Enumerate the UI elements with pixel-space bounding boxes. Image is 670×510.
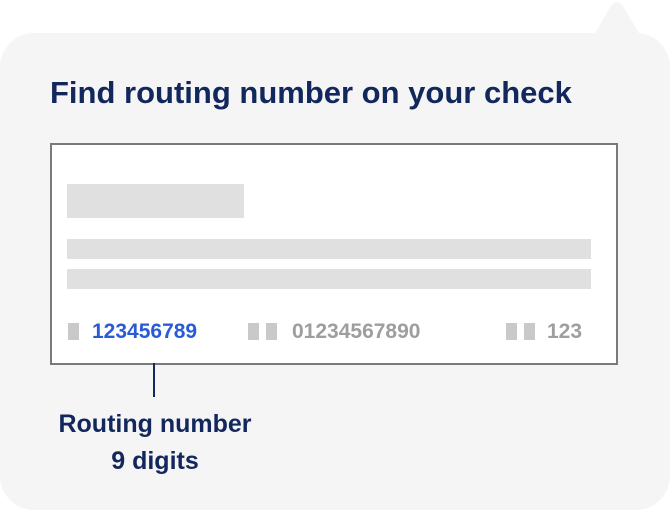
account-number-digits: 01234567890 <box>292 320 421 343</box>
routing-number-digits: 123456789 <box>92 320 198 343</box>
micr-onus-symbol-icon <box>524 323 535 340</box>
micr-onus-symbol-icon <box>266 323 277 340</box>
check-placeholder-line <box>67 239 591 259</box>
micr-onus-symbol-icon <box>506 323 517 340</box>
check-illustration: 123456789 01234567890 123 <box>50 143 618 365</box>
caption-label: Routing number <box>58 410 252 438</box>
check-placeholder-line <box>67 269 591 289</box>
routing-leader-line <box>153 363 155 397</box>
caption-digit-count: 9 digits <box>111 447 199 475</box>
routing-number-tooltip: Find routing number on your check 123456… <box>0 0 670 510</box>
micr-transit-symbol-icon <box>68 323 79 340</box>
routing-number-caption: Routing number 9 digits <box>50 406 260 480</box>
check-number-digits: 123 <box>547 320 583 343</box>
tooltip-title: Find routing number on your check <box>50 75 572 110</box>
micr-onus-symbol-icon <box>248 323 259 340</box>
check-placeholder-name <box>67 184 244 218</box>
